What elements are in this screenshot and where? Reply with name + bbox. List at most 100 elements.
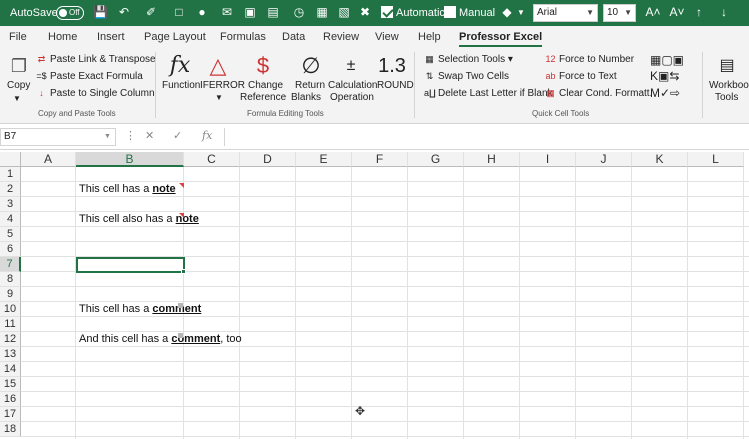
tab-page-layout[interactable]: Page Layout: [144, 26, 206, 48]
column-header-h[interactable]: H: [464, 152, 520, 167]
save-icon[interactable]: 💾: [93, 5, 108, 20]
row-header-5[interactable]: 5: [0, 227, 21, 242]
tab-home[interactable]: Home: [48, 26, 77, 48]
fill-icon[interactable]: ◆: [500, 5, 514, 20]
row-header-12[interactable]: 12: [0, 332, 21, 347]
cell-b12[interactable]: And this cell has a comment, too: [76, 332, 242, 347]
folder-icon[interactable]: ▤: [266, 5, 280, 20]
cell-b2[interactable]: This cell has a note: [76, 182, 176, 197]
iferror-button[interactable]: IFERROR: [200, 80, 245, 92]
round-button[interactable]: ROUND: [377, 80, 414, 92]
column-header-e[interactable]: E: [296, 152, 352, 167]
calculation-operation-button[interactable]: Calculation: [328, 80, 377, 92]
row-header-11[interactable]: 11: [0, 317, 21, 332]
row-header-6[interactable]: 6: [0, 242, 21, 257]
row-header-8[interactable]: 8: [0, 272, 21, 287]
misc-tools-row2-icon[interactable]: K▣⇆: [650, 70, 679, 82]
undo-icon[interactable]: ↶: [117, 5, 131, 20]
copy-button[interactable]: Copy: [7, 80, 30, 92]
fill-handle[interactable]: [181, 269, 186, 274]
misc-tools-row3-icon[interactable]: M✓⇨: [650, 87, 680, 99]
column-header-a[interactable]: A: [21, 152, 76, 167]
row-header-14[interactable]: 14: [0, 362, 21, 377]
font-size-select[interactable]: 10 ▼: [603, 4, 636, 22]
force-number-button[interactable]: 12 Force to Number: [545, 54, 634, 66]
row-header-17[interactable]: 17: [0, 407, 21, 422]
row-header-10[interactable]: 10: [0, 302, 21, 317]
tab-professor-excel[interactable]: Professor Excel: [459, 26, 543, 48]
row-header-2[interactable]: 2: [0, 182, 21, 197]
workbook-tools-button[interactable]: Workbook: [709, 80, 749, 92]
column-header-d[interactable]: D: [240, 152, 296, 167]
function-button[interactable]: Function: [162, 80, 200, 92]
round-icon[interactable]: 1.3: [378, 52, 406, 80]
misc-tools-row1-icon[interactable]: ▦▢▣: [650, 54, 684, 66]
iferror-icon[interactable]: △: [204, 52, 232, 80]
tab-file[interactable]: File: [9, 26, 27, 48]
font-name-select[interactable]: Arial ▼: [533, 4, 598, 22]
gauge-icon[interactable]: ◷: [292, 5, 306, 20]
tab-insert[interactable]: Insert: [97, 26, 125, 48]
chevron-down-icon[interactable]: ▼: [514, 5, 528, 20]
selection-tools-button[interactable]: ▦ Selection Tools ▾: [424, 54, 513, 66]
layout2-icon[interactable]: ▧: [337, 5, 351, 20]
column-header-k[interactable]: K: [632, 152, 688, 167]
column-header-g[interactable]: G: [408, 152, 464, 167]
swap-cells-button[interactable]: ⇅ Swap Two Cells: [424, 71, 509, 83]
autosave-toggle[interactable]: Off: [56, 6, 84, 20]
column-header-j[interactable]: J: [576, 152, 632, 167]
remove-icon[interactable]: ✖: [358, 5, 372, 20]
shrink-font-icon[interactable]: A˅: [669, 5, 685, 20]
row-header-18[interactable]: 18: [0, 422, 21, 437]
row-header-1[interactable]: 1: [0, 167, 21, 182]
chevron-down-icon[interactable]: ▼: [104, 133, 111, 140]
manual-checkbox[interactable]: [444, 6, 456, 18]
insert-function-icon[interactable]: fx: [202, 129, 212, 142]
row-header-3[interactable]: 3: [0, 197, 21, 212]
decimal-decrease-icon[interactable]: ↓: [717, 5, 731, 20]
column-header-c[interactable]: C: [184, 152, 240, 167]
copy-icon[interactable]: ❐: [5, 52, 33, 80]
column-header-i[interactable]: I: [520, 152, 576, 167]
mail-icon[interactable]: ✉: [220, 5, 234, 20]
cancel-icon[interactable]: ✕: [145, 129, 154, 142]
grow-font-icon[interactable]: A˄: [645, 5, 661, 20]
return-blanks-button[interactable]: Return: [295, 80, 325, 92]
workbook-tools-icon[interactable]: ▤: [713, 52, 741, 80]
automatic-checkbox[interactable]: [381, 6, 393, 18]
column-header-b[interactable]: B: [76, 152, 184, 167]
name-box[interactable]: B7: [0, 128, 116, 146]
tab-data[interactable]: Data: [282, 26, 305, 48]
tab-view[interactable]: View: [375, 26, 399, 48]
row-header-16[interactable]: 16: [0, 392, 21, 407]
tab-help[interactable]: Help: [418, 26, 441, 48]
row-header-4[interactable]: 4: [0, 212, 21, 227]
formula-input[interactable]: [224, 128, 749, 146]
function-icon[interactable]: fx: [166, 52, 194, 80]
tab-review[interactable]: Review: [323, 26, 359, 48]
paste-single-button[interactable]: ↓ Paste to Single Column: [36, 88, 154, 100]
force-text-button[interactable]: ab Force to Text: [545, 71, 616, 83]
delete-last-letter-button[interactable]: a∐ Delete Last Letter if Blank: [424, 88, 553, 100]
clear-cond-button[interactable]: ▦ Clear Cond. Formatt.: [545, 88, 652, 100]
decimal-increase-icon[interactable]: ↑: [692, 5, 706, 20]
return-blanks-icon[interactable]: ∅: [297, 52, 325, 80]
chevron-down-icon[interactable]: ▼: [215, 92, 223, 104]
tab-formulas[interactable]: Formulas: [220, 26, 266, 48]
layout-icon[interactable]: ▦: [315, 5, 329, 20]
row-header-15[interactable]: 15: [0, 377, 21, 392]
selected-cell-b7[interactable]: [76, 257, 185, 273]
paste-exact-button[interactable]: =$ Paste Exact Formula: [36, 71, 142, 83]
format-painter-icon[interactable]: ✐: [144, 5, 158, 20]
row-header-9[interactable]: 9: [0, 287, 21, 302]
row-header-7[interactable]: 7: [0, 257, 21, 272]
new-file-icon[interactable]: □: [172, 5, 186, 20]
column-header-f[interactable]: F: [352, 152, 408, 167]
change-reference-icon[interactable]: $: [249, 52, 277, 80]
column-header-l[interactable]: L: [688, 152, 744, 167]
row-header-13[interactable]: 13: [0, 347, 21, 362]
paste-link-button[interactable]: ⇄ Paste Link & Transpose: [36, 54, 156, 66]
change-reference-button[interactable]: Change: [248, 80, 283, 92]
record-icon[interactable]: ●: [195, 5, 209, 20]
image-icon[interactable]: ▣: [243, 5, 257, 20]
